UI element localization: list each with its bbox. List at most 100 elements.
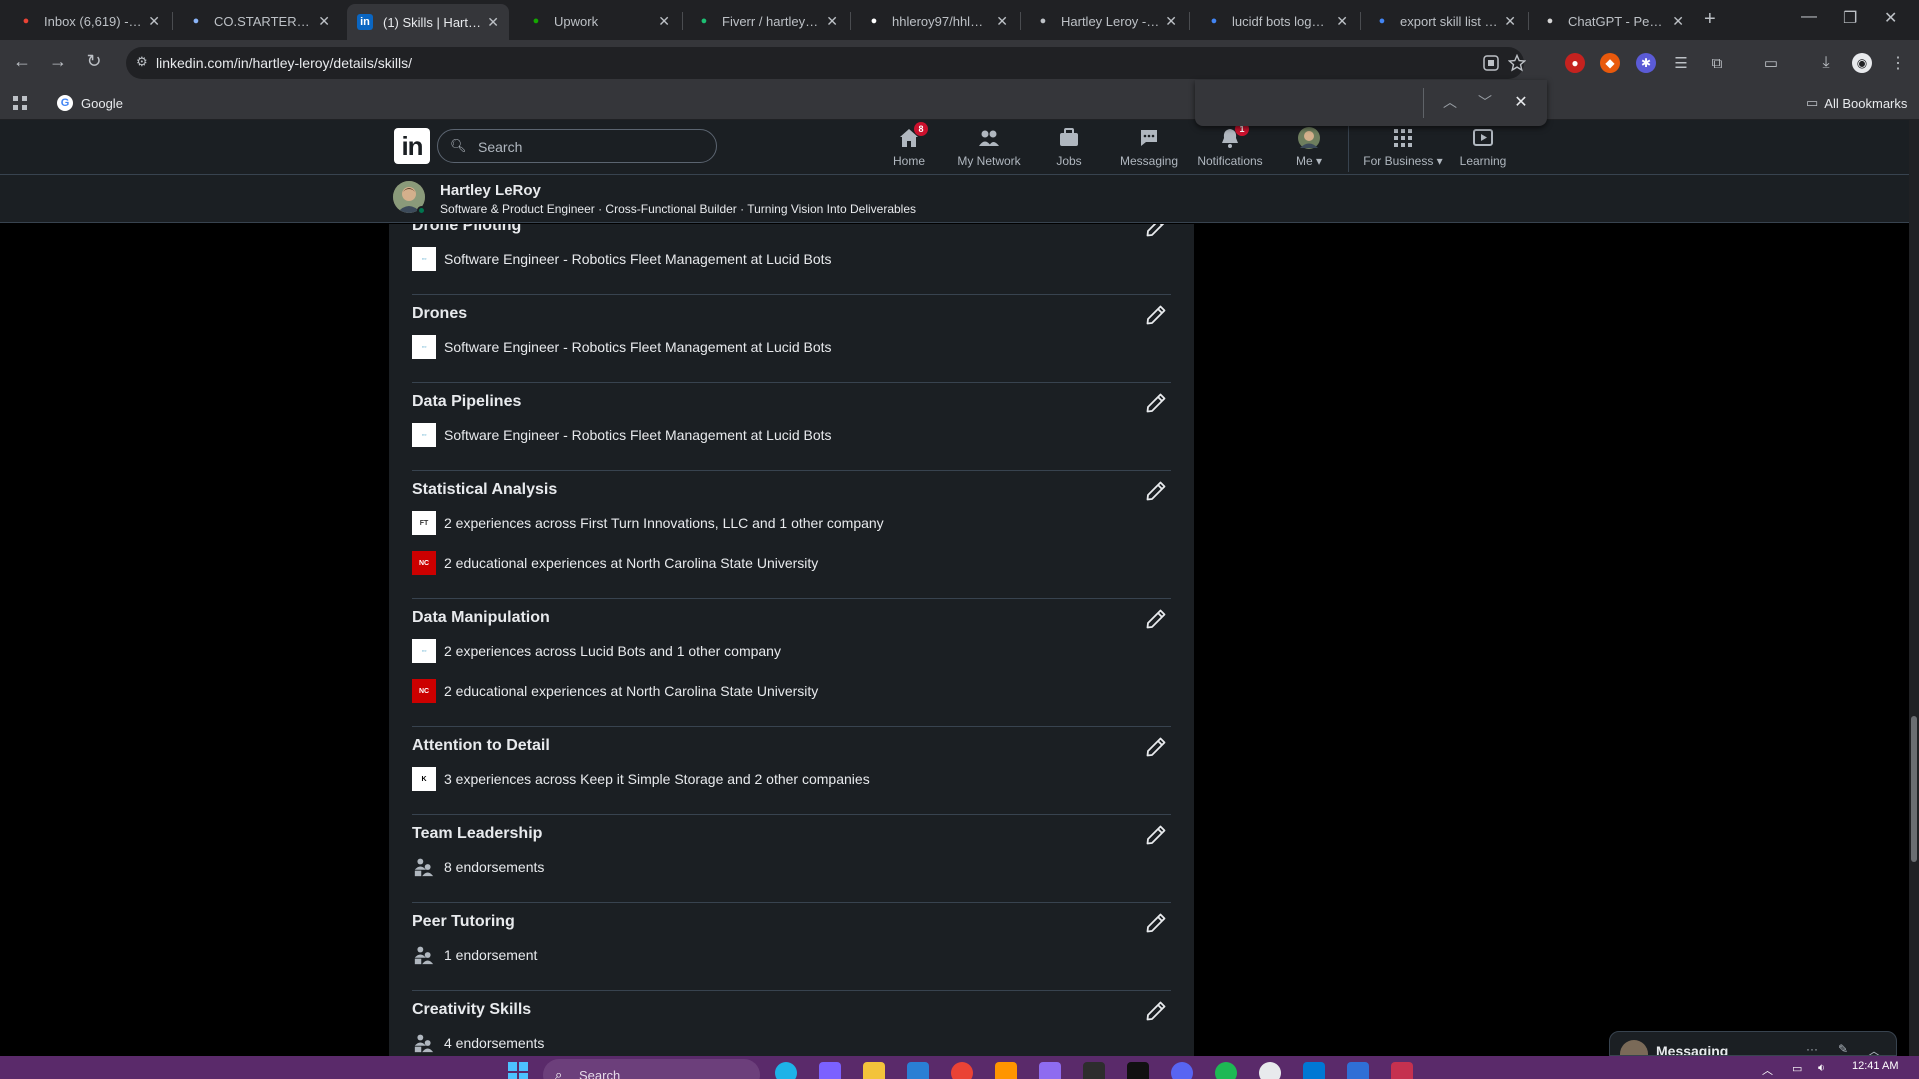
nav-item-my-network[interactable]: My Network [949,126,1029,172]
close-window-button[interactable]: ✕ [1884,8,1897,28]
browser-tab[interactable]: in (1) Skills | Hartley L ✕ [347,4,509,40]
linkedin-search-input[interactable]: 🔍︎ Search [437,129,717,163]
volume-icon[interactable]: 🔉︎ [1818,1062,1825,1075]
messaging-popup[interactable]: Messaging ··· ✎ ︿ [1609,1031,1897,1056]
nav-item-messaging[interactable]: Messaging [1109,126,1189,172]
skill-name[interactable]: Data Pipelines [412,393,521,411]
extension-fox-icon[interactable]: ◆ [1600,53,1620,73]
ncstate-logo[interactable]: NC [412,679,436,703]
scrollbar-thumb[interactable] [1911,716,1917,862]
store-icon[interactable] [907,1062,929,1079]
skill-name[interactable]: Team Leadership [412,825,542,843]
extensions-puzzle-icon[interactable]: ⧉ [1707,53,1727,73]
restore-button[interactable]: ❐ [1843,8,1857,28]
browser-tab[interactable]: ● Fiverr / hartley_ler ✕ [686,6,848,36]
new-tab-button[interactable]: + [1704,8,1716,31]
notion-icon[interactable] [1127,1062,1149,1079]
find-close-icon[interactable]: ✕ [1511,92,1531,112]
clock-time[interactable]: 12:41 AM [1852,1060,1898,1072]
all-bookmarks-button[interactable]: ▭ All Bookmarks [1806,95,1907,111]
lucidbots-logo[interactable]: ◦◦ [412,247,436,271]
firstturn-logo[interactable]: FT [412,511,436,535]
photoshop-icon[interactable] [1347,1062,1369,1079]
endorsements-icon[interactable] [412,1031,436,1055]
lucidbots-logo[interactable]: ◦◦ [412,335,436,359]
nav-item-notifications[interactable]: 1 Notifications [1190,122,1270,172]
url-text[interactable]: linkedin.com/in/hartley-leroy/details/sk… [156,55,412,71]
skill-name[interactable]: Peer Tutoring [412,913,515,931]
edit-pencil-icon[interactable] [1144,607,1168,631]
tab-close-icon[interactable]: ✕ [658,13,670,30]
lucidbots-logo[interactable]: ◦◦ [412,423,436,447]
skill-name[interactable]: Data Manipulation [412,609,550,627]
find-input[interactable] [1209,90,1509,116]
nav-item-learning[interactable]: Learning [1443,126,1523,172]
tab-close-icon[interactable]: ✕ [318,13,330,30]
chevron-up-icon[interactable]: ︿ [1868,1042,1880,1055]
edit-pencil-icon[interactable] [1144,735,1168,759]
file-explorer-icon[interactable] [863,1062,885,1079]
profile-name[interactable]: Hartley LeRoy [440,182,541,199]
page-translate-icon[interactable] [1482,54,1500,72]
reload-icon[interactable]: ↻ [82,51,106,72]
outlook-icon[interactable] [1303,1062,1325,1079]
skill-name[interactable]: Statistical Analysis [412,481,557,499]
browser-tab[interactable]: ● lucidf bots logo - G ✕ [1196,6,1358,36]
bookmark-star-icon[interactable] [1508,54,1526,72]
find-previous-icon[interactable]: ︿ [1440,92,1460,112]
nav-item-for-business[interactable]: For Business ▾ [1363,126,1443,172]
lucidbots-logo[interactable]: ◦◦ [412,639,436,663]
terminal-icon[interactable] [1083,1062,1105,1079]
edit-pencil-icon[interactable] [1144,303,1168,327]
nav-item-jobs[interactable]: Jobs [1029,126,1109,172]
edit-pencil-icon[interactable] [1144,999,1168,1023]
windows-start-icon[interactable] [508,1062,528,1079]
edge-icon[interactable] [775,1062,797,1079]
tab-search-icon[interactable]: ▭ [1761,53,1781,73]
skill-name[interactable]: Creativity Skills [412,1001,531,1019]
tab-close-icon[interactable]: ✕ [1165,13,1177,30]
browser-tab[interactable]: ● export skill list link ✕ [1364,6,1526,36]
back-icon[interactable]: ← [10,51,34,72]
tab-close-icon[interactable]: ✕ [487,14,499,31]
ncstate-logo[interactable]: NC [412,551,436,575]
tab-close-icon[interactable]: ✕ [1672,13,1684,30]
forward-icon[interactable]: → [46,51,70,72]
find-next-icon[interactable]: ﹀ [1475,92,1495,112]
edit-pencil-icon[interactable] [1144,224,1168,239]
compose-icon[interactable]: ✎ [1838,1042,1848,1055]
tab-close-icon[interactable]: ✕ [826,13,838,30]
copilot-icon[interactable] [819,1062,841,1079]
minimize-button[interactable]: — [1801,8,1817,26]
app-icon[interactable] [1259,1062,1281,1079]
edit-pencil-icon[interactable] [1144,479,1168,503]
skill-name[interactable]: Drones [412,305,467,323]
taskbar-search[interactable]: ⌕ Search [543,1059,760,1079]
extension-gear-icon[interactable]: ✱ [1636,53,1656,73]
edit-pencil-icon[interactable] [1144,911,1168,935]
reading-list-icon[interactable]: ☰ [1671,53,1691,73]
kiss-logo[interactable]: K [412,767,436,791]
browser-tab[interactable]: ● Inbox (6,619) - har ✕ [8,6,170,36]
skill-name[interactable]: Drone Piloting [412,224,521,235]
pinned-app-icon[interactable] [1391,1062,1413,1079]
apps-grid-icon[interactable] [12,95,28,111]
site-info-icon[interactable]: ⚙ [136,54,148,70]
nav-item-home[interactable]: 8 Home [869,122,949,172]
chrome-icon[interactable] [951,1062,973,1079]
discord-icon[interactable] [1171,1062,1193,1079]
tray-chevron-icon[interactable]: ︿ [1762,1062,1773,1078]
firefox-icon[interactable] [995,1062,1017,1079]
endorsements-icon[interactable] [412,943,436,967]
browser-tab[interactable]: ● Hartley Leroy - Clo ✕ [1025,6,1187,36]
edit-pencil-icon[interactable] [1144,391,1168,415]
profile-avatar-icon[interactable]: ◉ [1852,53,1872,73]
chrome-menu-icon[interactable]: ⋮ [1888,53,1908,73]
bookmark-google[interactable]: G Google [57,95,123,111]
endorsements-icon[interactable] [412,855,436,879]
spotify-icon[interactable] [1215,1062,1237,1079]
nav-item-me[interactable]: Me ▾ [1269,126,1349,172]
skill-name[interactable]: Attention to Detail [412,737,550,755]
linkedin-logo[interactable]: in [394,128,430,164]
browser-tab[interactable]: ● ChatGPT - Person ✕ [1532,6,1694,36]
